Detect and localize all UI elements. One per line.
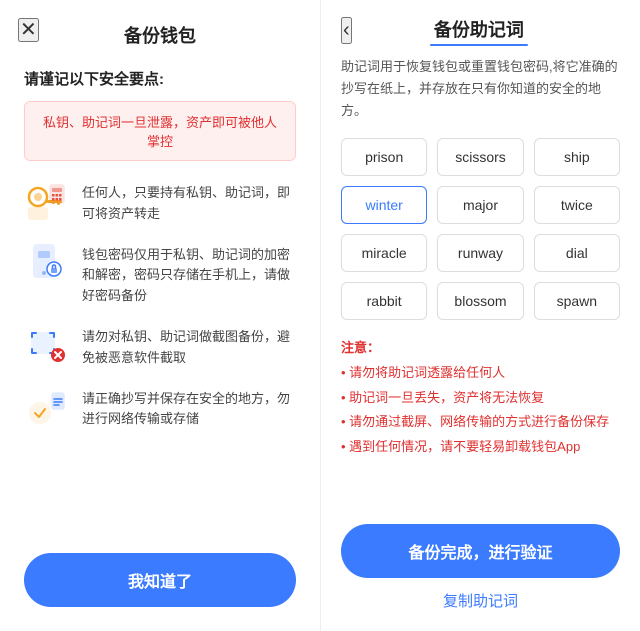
right-header: ‹ 备份助记词: [341, 16, 620, 44]
right-notes: 注意： • 请勿将助记词透露给任何人• 助记词一旦丢失，资产将无法恢复• 请勿通…: [341, 336, 620, 459]
security-item-screenshot: 请勿对私钥、助记词做截图备份，避免被恶意软件截取: [24, 323, 296, 369]
back-button[interactable]: ‹: [341, 17, 352, 44]
left-subtitle: 请谨记以下安全要点:: [24, 68, 164, 89]
security-items-list: 任何人，只要持有私钥、助记词，即可将资产转走 钱包密码仅用于私钥、助记词的加密和…: [24, 179, 296, 537]
right-title-wrapper: 备份助记词: [362, 16, 596, 44]
security-text-screenshot: 请勿对私钥、助记词做截图备份，避免被恶意软件截取: [82, 323, 296, 369]
security-item-key: 任何人，只要持有私钥、助记词，即可将资产转走: [24, 179, 296, 225]
confirm-button[interactable]: 我知道了: [24, 553, 296, 607]
word-chip-dial: dial: [534, 234, 620, 272]
warning-banner: 私钥、助记词一旦泄露，资产即可被他人掌控: [24, 101, 296, 161]
notes-title: 注意：: [341, 340, 380, 355]
word-chip-rabbit: rabbit: [341, 282, 427, 320]
word-chip-twice: twice: [534, 186, 620, 224]
security-text-phone: 钱包密码仅用于私钥、助记词的加密和解密，密码只存储在手机上，请做好密码备份: [82, 241, 296, 307]
word-chip-scissors: scissors: [437, 138, 523, 176]
word-chip-blossom: blossom: [437, 282, 523, 320]
note-item-0: • 请勿将助记词透露给任何人: [341, 361, 620, 386]
left-title: 备份钱包: [124, 22, 196, 48]
copy-safe-icon: [24, 385, 68, 429]
word-chip-major: major: [437, 186, 523, 224]
right-title: 备份助记词: [434, 16, 524, 44]
note-item-2: • 请勿通过截屏、网络传输的方式进行备份保存: [341, 410, 620, 435]
word-chip-winter: winter: [341, 186, 427, 224]
key-icon: [24, 179, 68, 223]
note-item-3: • 遇到任何情况，请不要轻易卸载钱包App: [341, 435, 620, 460]
security-item-copy: 请正确抄写并保存在安全的地方，勿进行网络传输或存储: [24, 385, 296, 431]
word-chip-miracle: miracle: [341, 234, 427, 272]
word-chip-ship: ship: [534, 138, 620, 176]
word-chip-prison: prison: [341, 138, 427, 176]
security-item-phone: 钱包密码仅用于私钥、助记词的加密和解密，密码只存储在手机上，请做好密码备份: [24, 241, 296, 307]
right-description: 助记词用于恢复钱包或重置钱包密码,将它准确的抄写在纸上，并存放在只有你知道的安全…: [341, 56, 620, 122]
close-button[interactable]: ✕: [18, 18, 39, 42]
backup-verify-button[interactable]: 备份完成，进行验证: [341, 524, 620, 578]
word-chip-spawn: spawn: [534, 282, 620, 320]
note-item-1: • 助记词一旦丢失，资产将无法恢复: [341, 386, 620, 411]
phone-lock-icon: [24, 241, 68, 285]
mnemonic-words-grid: prison scissors ship winter major twice miracl…: [341, 138, 620, 320]
security-text-key: 任何人，只要持有私钥、助记词，即可将资产转走: [82, 179, 296, 225]
word-chip-runway: runway: [437, 234, 523, 272]
right-panel: ‹ 备份助记词 助记词用于恢复钱包或重置钱包密码,将它准确的抄写在纸上，并存放在…: [320, 0, 640, 631]
screenshot-x-icon: [24, 323, 68, 367]
copy-mnemonic-button[interactable]: 复制助记词: [341, 590, 620, 611]
security-text-copy: 请正确抄写并保存在安全的地方，勿进行网络传输或存储: [82, 385, 296, 431]
left-panel: ✕ 备份钱包 请谨记以下安全要点: 私钥、助记词一旦泄露，资产即可被他人掌控: [0, 0, 320, 631]
